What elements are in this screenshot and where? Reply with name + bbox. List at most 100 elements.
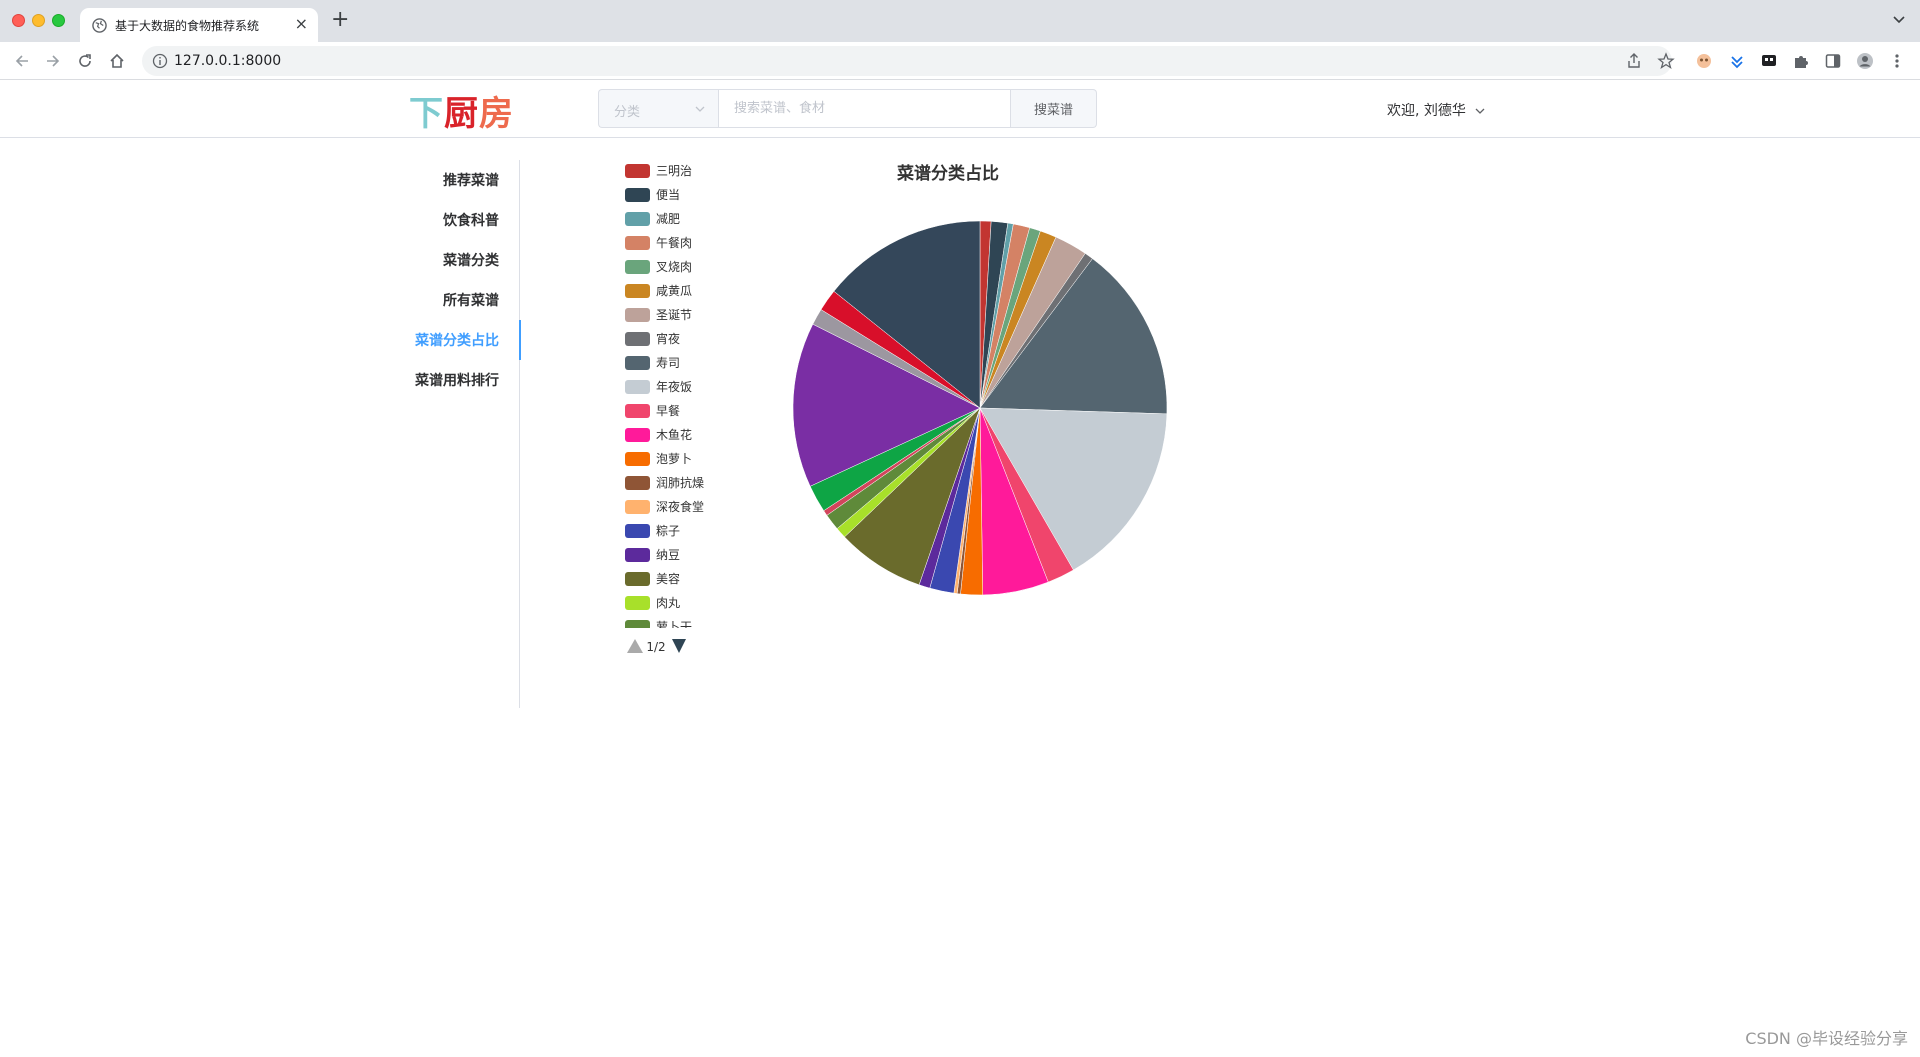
legend-swatch <box>625 308 650 322</box>
legend-label: 深夜食堂 <box>656 499 704 514</box>
extension-tv-icon[interactable] <box>1760 52 1778 70</box>
browser-tabstrip: 基于大数据的食物推荐系统 × + <box>0 0 1920 42</box>
new-tab-button[interactable]: + <box>331 9 349 31</box>
sidebar-item-recommend[interactable]: 推荐菜谱 <box>443 170 499 190</box>
legend-swatch <box>625 548 650 562</box>
legend-swatch <box>625 404 650 418</box>
side-menu: 推荐菜谱 饮食科普 菜谱分类 所有菜谱 菜谱分类占比 菜谱用料排行 <box>400 160 521 708</box>
home-icon[interactable] <box>107 51 127 71</box>
sidebar-item-diet-science[interactable]: 饮食科普 <box>443 210 499 230</box>
legend-item[interactable]: 早餐 <box>625 403 680 418</box>
user-menu[interactable]: 欢迎, 刘德华 <box>1387 100 1486 120</box>
legend-item[interactable]: 三明治 <box>625 164 692 178</box>
extension-avatar-icon[interactable] <box>1695 52 1713 70</box>
close-icon[interactable]: × <box>295 14 308 33</box>
legend-swatch <box>625 572 650 586</box>
legend-swatch <box>625 236 650 250</box>
legend-item[interactable]: 纳豆 <box>625 548 680 562</box>
browser-tab[interactable]: 基于大数据的食物推荐系统 × <box>80 8 318 42</box>
legend-swatch <box>625 260 650 274</box>
pager-label: 1/2 <box>646 640 665 654</box>
legend-item[interactable]: 粽子 <box>625 523 680 538</box>
legend-label: 纳豆 <box>656 548 680 562</box>
legend-swatch <box>625 188 650 202</box>
legend-item[interactable]: 咸黄瓜 <box>625 284 692 298</box>
chevron-down-icon[interactable] <box>1892 12 1906 26</box>
chart-title: 菜谱分类占比 <box>896 163 999 184</box>
extension-download-icon[interactable] <box>1728 52 1746 70</box>
pager-down-icon[interactable] <box>672 639 686 653</box>
user-greeting: 欢迎, 刘德华 <box>1387 103 1466 119</box>
window-zoom-button[interactable] <box>52 14 65 27</box>
window-minimize-button[interactable] <box>32 14 45 27</box>
legend-label: 润肺抗燥 <box>656 475 704 490</box>
address-bar[interactable]: 127.0.0.1:8000 <box>142 46 1672 76</box>
search-bar: 分类 搜菜谱 <box>598 89 1097 128</box>
site-logo[interactable]: 下厨房 <box>409 86 514 134</box>
info-icon[interactable] <box>152 53 168 69</box>
legend-item[interactable]: 肉丸 <box>625 596 680 610</box>
legend-label: 圣诞节 <box>656 308 692 322</box>
legend-label: 便当 <box>656 188 680 202</box>
legend-swatch <box>625 452 650 466</box>
forward-arrow-icon[interactable] <box>43 51 63 71</box>
side-panel-icon[interactable] <box>1824 52 1842 70</box>
legend-label: 减肥 <box>656 212 680 226</box>
more-icon[interactable] <box>1888 52 1906 70</box>
browser-toolbar: 127.0.0.1:8000 <box>0 42 1920 80</box>
legend-item[interactable]: 圣诞节 <box>625 308 692 322</box>
share-icon[interactable] <box>1625 52 1643 70</box>
pie-chart: 菜谱分类占比 三明治便当减肥午餐肉叉烧肉咸黄瓜圣诞节宵夜寿司年夜饭早餐木鱼花泡萝… <box>625 163 1168 654</box>
legend-swatch <box>625 212 650 226</box>
legend-swatch <box>625 356 650 370</box>
legend-label: 年夜饭 <box>656 379 692 394</box>
back-arrow-icon[interactable] <box>12 51 32 71</box>
puzzle-icon[interactable] <box>1792 52 1810 70</box>
legend-item[interactable]: 木鱼花 <box>625 427 692 442</box>
legend-item[interactable]: 美容 <box>625 571 680 586</box>
reload-icon[interactable] <box>75 51 95 71</box>
url-text: 127.0.0.1:8000 <box>174 53 282 69</box>
legend-label: 肉丸 <box>656 596 680 610</box>
pager-up-icon[interactable] <box>627 639 643 653</box>
legend-label: 萝卜干 <box>656 620 692 634</box>
legend-item[interactable]: 叉烧肉 <box>625 260 692 274</box>
profile-icon[interactable] <box>1856 52 1874 70</box>
legend-item[interactable]: 年夜饭 <box>625 379 692 394</box>
legend-label: 午餐肉 <box>656 235 692 250</box>
legend-swatch <box>625 524 650 538</box>
pie-slices <box>792 220 1168 596</box>
logo-char: 房 <box>479 94 514 134</box>
legend-item[interactable]: 便当 <box>625 188 680 202</box>
credit-watermark: CSDN @毕设经验分享 <box>1745 1029 1908 1048</box>
legend-label: 叉烧肉 <box>656 260 692 274</box>
legend-item[interactable]: 泡萝卜 <box>625 452 692 466</box>
globe-icon <box>92 18 107 33</box>
sidebar-item-categories[interactable]: 菜谱分类 <box>443 250 499 270</box>
chart-legend: 三明治便当减肥午餐肉叉烧肉咸黄瓜圣诞节宵夜寿司年夜饭早餐木鱼花泡萝卜润肺抗燥深夜… <box>625 164 704 634</box>
star-icon[interactable] <box>1657 52 1675 70</box>
legend-item[interactable]: 减肥 <box>625 212 680 226</box>
legend-swatch <box>625 380 650 394</box>
category-select-placeholder: 分类 <box>614 105 641 120</box>
sidebar-item-category-ratio[interactable]: 菜谱分类占比 <box>415 330 499 350</box>
legend-item[interactable]: 寿司 <box>625 356 680 370</box>
legend-item[interactable]: 午餐肉 <box>625 235 692 250</box>
legend-label: 木鱼花 <box>656 427 692 442</box>
sidebar-item-all-recipes[interactable]: 所有菜谱 <box>443 290 499 310</box>
category-select[interactable]: 分类 <box>598 89 718 128</box>
window-close-button[interactable] <box>12 14 25 27</box>
legend-item[interactable]: 萝卜干 <box>625 620 692 634</box>
legend-item[interactable]: 润肺抗燥 <box>625 475 704 490</box>
logo-char: 下 <box>409 94 444 134</box>
legend-label: 三明治 <box>656 164 692 178</box>
search-button[interactable]: 搜菜谱 <box>1011 89 1097 128</box>
search-input[interactable] <box>718 89 1011 128</box>
sidebar-item-ingredient-ranking[interactable]: 菜谱用料排行 <box>415 370 499 390</box>
legend-swatch <box>625 164 650 178</box>
legend-item[interactable]: 深夜食堂 <box>625 499 704 514</box>
chevron-down-icon <box>1475 108 1485 114</box>
legend-label: 咸黄瓜 <box>656 284 692 298</box>
legend-label: 泡萝卜 <box>656 452 692 466</box>
legend-item[interactable]: 宵夜 <box>625 331 680 346</box>
